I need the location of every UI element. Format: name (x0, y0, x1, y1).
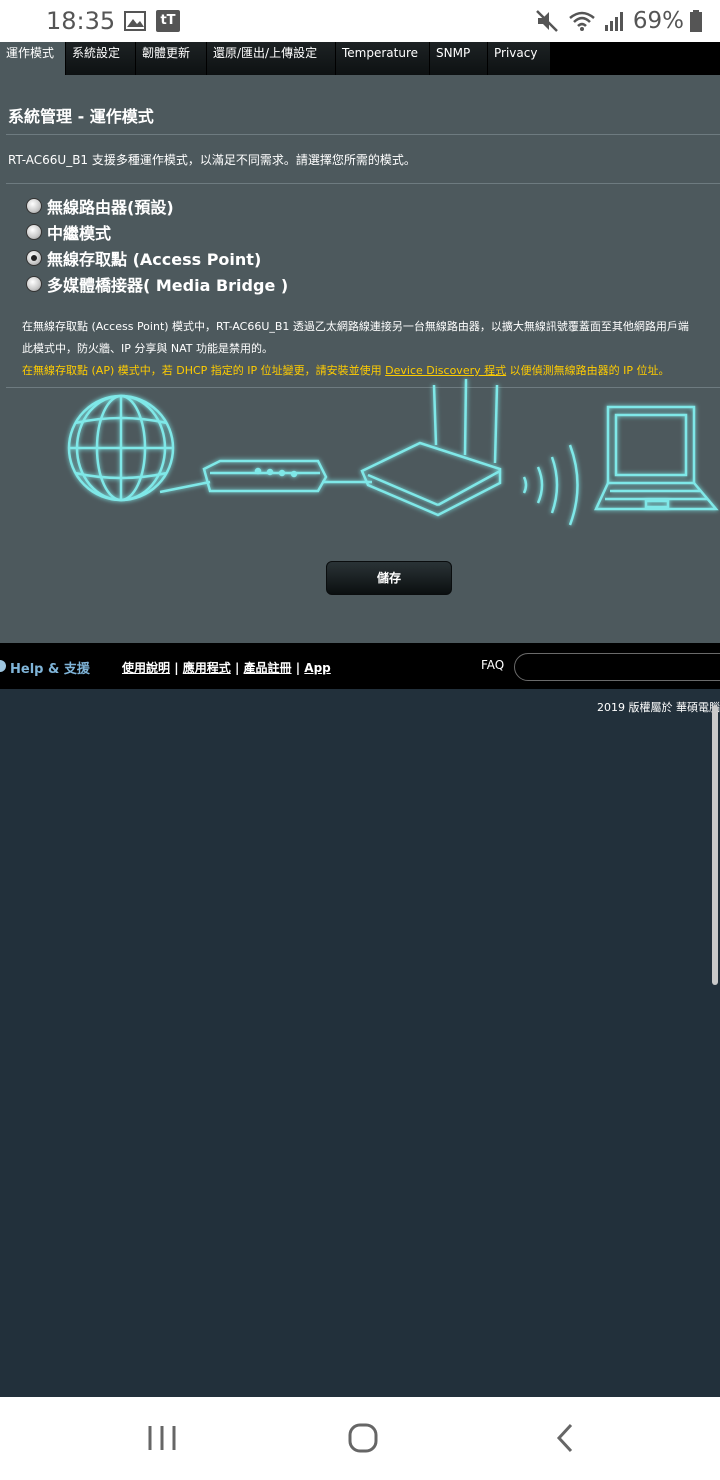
status-bar: 18:35 tT 69% (0, 0, 720, 42)
recent-apps-button[interactable] (142, 1421, 182, 1455)
mode-radio-group: 無線路由器(預設) 中繼模式 無線存取點 (Access Point) 多媒體橋… (26, 193, 288, 297)
footer-links: 使用說明 | 應用程式 | 產品註冊 | App (122, 659, 331, 676)
wireless-signal-icon (522, 444, 579, 526)
help-support-label: Help & 支援 (10, 662, 90, 677)
radio-button-checked[interactable] (26, 250, 42, 266)
mode-label: 多媒體橋接器( Media Bridge ) (47, 276, 289, 295)
mode-label: 無線存取點 (Access Point) (47, 250, 262, 269)
modem-icon (202, 459, 328, 493)
status-left-icons: tT (124, 10, 180, 32)
battery-percent: 69% (632, 8, 684, 34)
laptop-icon (594, 405, 719, 511)
save-button[interactable]: 儲存 (326, 561, 452, 595)
link-separator: | (170, 661, 183, 675)
tab-operation-mode[interactable]: 運作模式 (0, 42, 66, 75)
radio-button[interactable] (26, 276, 42, 292)
tt-icon: tT (156, 10, 180, 32)
mode-option-wireless-router[interactable]: 無線路由器(預設) (26, 193, 288, 219)
mode-description: RT-AC66U_B1 支援多種運作模式，以滿足不同需求。請選擇您所需的模式。 (8, 153, 416, 167)
ap-mode-info: 在無線存取點 (Access Point) 模式中，RT-AC66U_B1 透過… (22, 320, 689, 333)
tab-temperature[interactable]: Temperature (336, 42, 430, 75)
status-right-icons: 69% (535, 8, 702, 34)
faq-label: FAQ (481, 658, 505, 672)
mode-label: 無線路由器(預設) (47, 198, 174, 217)
home-icon (348, 1423, 378, 1453)
radio-button[interactable] (26, 198, 42, 214)
home-button[interactable] (343, 1421, 383, 1455)
mode-option-media-bridge[interactable]: 多媒體橋接器( Media Bridge ) (26, 271, 288, 297)
utility-link[interactable]: 應用程式 (183, 661, 231, 675)
page-title: 系統管理 - 運作模式 (8, 107, 154, 126)
status-time: 18:35 (46, 7, 116, 35)
radio-button[interactable] (26, 224, 42, 240)
tab-firmware-upgrade[interactable]: 韌體更新 (136, 42, 207, 75)
recent-apps-icon (148, 1426, 176, 1450)
tab-privacy[interactable]: Privacy (488, 42, 551, 75)
mode-option-access-point[interactable]: 無線存取點 (Access Point) (26, 245, 288, 271)
faq-search-input[interactable] (514, 653, 720, 681)
tab-restore-save-upload[interactable]: 還原/匯出/上傳設定 (207, 42, 336, 75)
scrollbar[interactable] (712, 705, 718, 985)
image-icon (124, 11, 146, 31)
link-separator: | (291, 661, 305, 675)
ap-mode-info-disabled: 此模式中，防火牆、IP 分享與 NAT 功能是禁用的。 (22, 342, 273, 355)
router-icon (360, 378, 502, 517)
operation-mode-panel: 系統管理 - 運作模式 RT-AC66U_B1 支援多種運作模式，以滿足不同需求… (0, 75, 720, 643)
product-registration-link[interactable]: 產品註冊 (244, 661, 292, 675)
android-nav-bar (0, 1397, 720, 1480)
link-separator: | (230, 661, 244, 675)
tab-snmp[interactable]: SNMP (430, 42, 488, 75)
divider (6, 134, 720, 135)
battery-icon (690, 10, 702, 32)
back-button[interactable] (545, 1421, 585, 1455)
help-icon (0, 660, 6, 672)
copyright-text: 2019 版權屬於 華碩電腦 (597, 701, 720, 714)
wifi-icon (569, 11, 595, 31)
app-link[interactable]: App (304, 661, 330, 675)
access-point-diagram (67, 378, 719, 526)
divider (6, 183, 720, 184)
mode-label: 中繼模式 (47, 224, 112, 243)
back-icon (556, 1423, 573, 1453)
mute-icon (535, 10, 558, 32)
manual-link[interactable]: 使用說明 (122, 661, 170, 675)
tab-system-settings[interactable]: 系統設定 (66, 42, 136, 75)
footer-bar: Help & 支援 使用說明 | 應用程式 | 產品註冊 | App FAQ (0, 643, 720, 689)
tab-bar: 運作模式 系統設定 韌體更新 還原/匯出/上傳設定 Temperature SN… (0, 42, 720, 75)
signal-icon (604, 12, 623, 31)
globe-icon (67, 394, 175, 502)
mode-option-repeater[interactable]: 中繼模式 (26, 219, 288, 245)
